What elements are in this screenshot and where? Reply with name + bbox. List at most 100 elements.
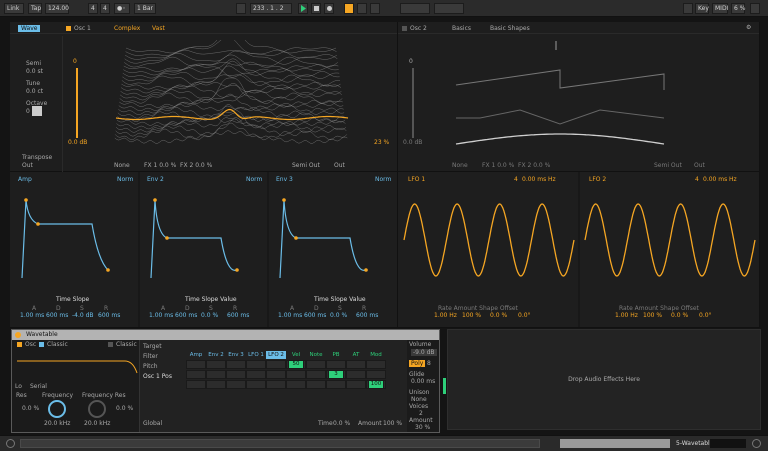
osc1-fx2[interactable]: FX 2 0.0 % <box>180 162 212 169</box>
position-field[interactable]: 233 . 1 . 2 <box>250 3 292 14</box>
matrix-cell[interactable] <box>306 360 326 369</box>
matrix-col-0[interactable]: Amp <box>186 351 206 359</box>
matrix-cell[interactable] <box>206 380 226 389</box>
lfo-param-value[interactable]: 0.0 % <box>671 312 688 319</box>
matrix-cell[interactable] <box>366 360 386 369</box>
classic-tab[interactable]: Classic <box>39 341 68 348</box>
frequency2-knob[interactable] <box>86 398 108 420</box>
lfo-wave[interactable] <box>584 203 756 277</box>
res-value[interactable]: 0.0 % <box>22 405 39 412</box>
lfo-param-value[interactable]: 1.00 Hz <box>434 312 457 319</box>
osc2-toggle[interactable]: Osc 2 <box>402 25 427 32</box>
matrix-cell[interactable] <box>226 370 246 379</box>
record-button[interactable] <box>324 3 334 14</box>
lfo-name-0[interactable]: LFO 1 <box>408 176 425 183</box>
matrix-value[interactable]: 3 <box>328 370 344 379</box>
matrix-row-1[interactable]: Filter <box>143 353 158 360</box>
env-node[interactable] <box>364 268 368 272</box>
key-map-button[interactable]: Key <box>695 3 709 14</box>
env-node[interactable] <box>294 236 298 240</box>
poly-voices[interactable]: 8 <box>427 360 431 367</box>
matrix-col-2[interactable]: Env 3 <box>226 351 246 359</box>
lfo-unit-1[interactable]: Hz <box>729 176 737 183</box>
matrix-cell[interactable] <box>246 380 266 389</box>
osc2-out[interactable]: Out <box>694 162 705 169</box>
matrix-cell[interactable] <box>326 360 346 369</box>
tap-button[interactable]: Tap <box>28 3 42 14</box>
octave-stepper[interactable] <box>32 106 42 116</box>
lfo-rate-1[interactable]: 4 <box>695 176 699 183</box>
lfo-unit-0[interactable]: Hz <box>548 176 556 183</box>
osc1-position-value[interactable]: 23 % <box>374 139 389 146</box>
lfo-param-value[interactable]: 1.00 Hz <box>615 312 638 319</box>
osc1-fx-mode[interactable]: None <box>114 162 130 169</box>
osc1-category-menu[interactable]: Complex <box>114 25 140 32</box>
env-param-value[interactable]: 0.0 % <box>330 312 347 319</box>
osc2-fx-mode[interactable]: None <box>452 162 468 169</box>
osc2-fx2[interactable]: FX 2 0.0 % <box>518 162 550 169</box>
env-param-value[interactable]: 600 ms <box>356 312 378 319</box>
quantize-menu[interactable]: 1 Bar <box>134 3 156 14</box>
info-toggle-icon[interactable] <box>6 439 15 448</box>
matrix-col-3[interactable]: LFO 1 <box>246 351 266 359</box>
osc1-wavetable-display[interactable] <box>112 40 352 158</box>
matrix-col-6[interactable]: Note <box>306 351 326 359</box>
lfo-param-value[interactable]: 100 % <box>462 312 481 319</box>
matrix-row-3[interactable]: Osc 1 Pos <box>143 373 172 380</box>
frequency2-value[interactable]: 20.0 kHz <box>84 420 110 427</box>
osc1-fx1[interactable]: FX 1 0.0 % <box>144 162 176 169</box>
matrix-cell[interactable] <box>206 370 226 379</box>
unison-menu[interactable]: None <box>411 396 427 403</box>
osc1-gain-value[interactable]: 0.0 dB <box>68 139 87 146</box>
lfo-time-1[interactable]: 0.00 ms <box>703 176 727 183</box>
filter-type[interactable]: Lo <box>15 383 22 390</box>
loop-length-field[interactable] <box>434 3 464 14</box>
time-value[interactable]: 0.0 % <box>333 420 350 427</box>
env-param-value[interactable]: 1.00 ms <box>149 312 173 319</box>
lfo-rate-0[interactable]: 4 <box>514 176 518 183</box>
matrix-col-7[interactable]: PB <box>326 351 346 359</box>
osc1-toggle[interactable]: Osc 1 <box>66 25 91 32</box>
env-param-value[interactable]: 600 ms <box>98 312 120 319</box>
lfo-param-value[interactable]: 0.0 % <box>490 312 507 319</box>
matrix-col-4[interactable]: LFO 2 <box>266 351 286 359</box>
frequency-value[interactable]: 20.0 kHz <box>44 420 70 427</box>
osc1-wavetable-menu[interactable]: Vast <box>152 25 165 32</box>
env-curve[interactable] <box>150 199 238 279</box>
overdub-button[interactable] <box>357 3 367 14</box>
osc1-gain-slider[interactable] <box>76 68 78 138</box>
env-name-1[interactable]: Env 2 <box>147 176 164 183</box>
osc2-category-menu[interactable]: Basics <box>452 25 471 32</box>
osc1-semi-out[interactable]: Semi Out <box>292 162 320 169</box>
env-node[interactable] <box>153 198 157 202</box>
loop-start-field[interactable] <box>400 3 430 14</box>
tune-value[interactable]: 0.0 ct <box>26 88 43 95</box>
res2-value[interactable]: 0.0 % <box>116 405 133 412</box>
matrix-cell[interactable] <box>246 370 266 379</box>
computer-keyboard-icon[interactable] <box>683 3 693 14</box>
play-button[interactable] <box>298 3 308 14</box>
matrix-cell[interactable] <box>346 370 366 379</box>
amount2-value[interactable]: 30 % <box>415 424 430 431</box>
matrix-cell[interactable] <box>326 380 346 389</box>
glide-value[interactable]: 0.00 ms <box>411 378 435 385</box>
lfo-name-1[interactable]: LFO 2 <box>589 176 606 183</box>
osc2-gain-value[interactable]: 0.0 dB <box>403 139 422 146</box>
loop-button[interactable] <box>370 3 380 14</box>
lfo-param-value[interactable]: 0.0° <box>699 312 712 319</box>
env-param-value[interactable]: -4.0 dB <box>72 312 94 319</box>
arrangement-icon[interactable] <box>236 3 246 14</box>
automation-arm-button[interactable] <box>344 3 354 14</box>
filter-curve[interactable] <box>15 351 139 375</box>
matrix-cell[interactable] <box>266 360 286 369</box>
env-param-value[interactable]: 600 ms <box>227 312 249 319</box>
device-title-bar[interactable]: Wavetable <box>12 330 439 340</box>
matrix-cell[interactable] <box>306 380 326 389</box>
matrix-value[interactable]: 100 <box>368 380 384 389</box>
osc2-wavetable-display[interactable] <box>450 40 690 158</box>
poly-button[interactable]: Poly <box>409 360 426 367</box>
osc2-fx1[interactable]: FX 1 0.0 % <box>482 162 514 169</box>
detail-toggle-icon[interactable] <box>752 439 761 448</box>
signature-numerator[interactable]: 4 <box>88 3 98 14</box>
matrix-cell[interactable] <box>186 360 206 369</box>
